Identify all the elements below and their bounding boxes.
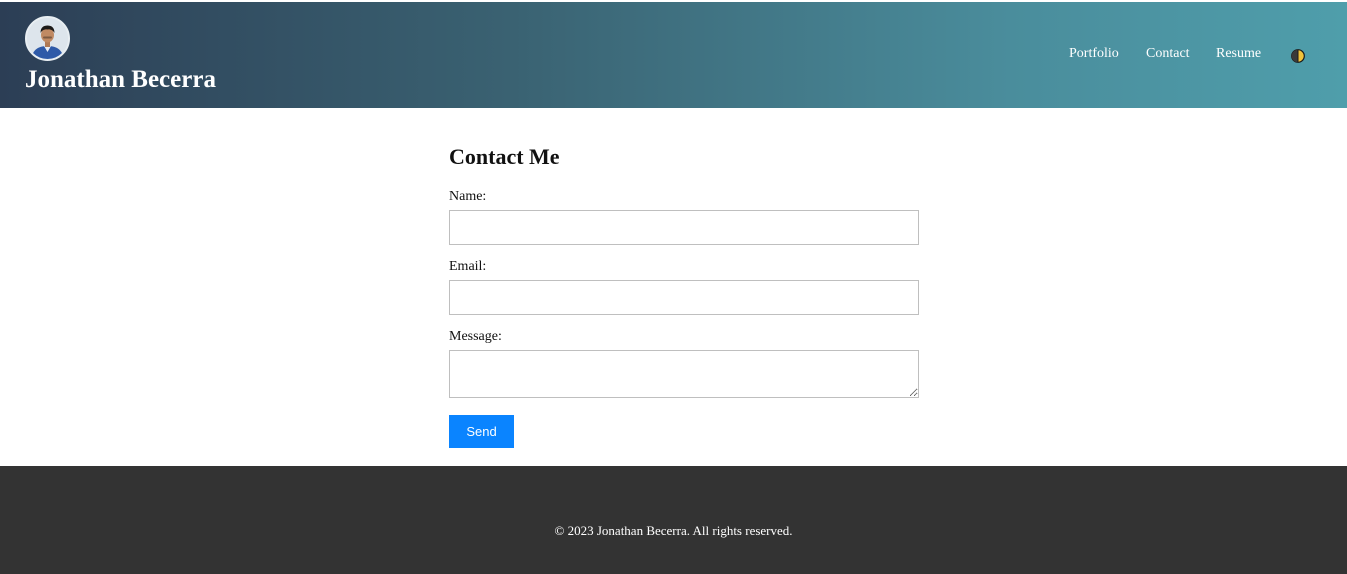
page-title: Contact Me (449, 144, 560, 169)
nav-resume[interactable]: Resume (1216, 44, 1261, 64)
site-header: Jonathan Becerra Portfolio Contact Resum… (0, 2, 1347, 108)
name-label: Name: (449, 189, 487, 204)
name-input[interactable] (449, 210, 919, 245)
site-title: Jonathan Becerra (25, 66, 216, 93)
theme-toggle-button[interactable] (1291, 49, 1305, 63)
half-moon-icon (1291, 49, 1305, 63)
page: Jonathan Becerra Portfolio Contact Resum… (0, 0, 1347, 574)
copyright-text: © 2023 Jonathan Becerra. All rights rese… (554, 523, 793, 538)
email-input[interactable] (449, 280, 919, 315)
nav-contact[interactable]: Contact (1146, 44, 1190, 64)
email-label: Email: (449, 259, 487, 274)
message-textarea[interactable] (449, 350, 919, 398)
nav-portfolio[interactable]: Portfolio (1069, 44, 1119, 64)
site-footer: © 2023 Jonathan Becerra. All rights rese… (0, 466, 1347, 574)
avatar (25, 16, 70, 61)
message-label: Message: (449, 329, 502, 344)
profile-photo-icon (27, 18, 68, 59)
send-button[interactable]: Send (449, 415, 514, 448)
